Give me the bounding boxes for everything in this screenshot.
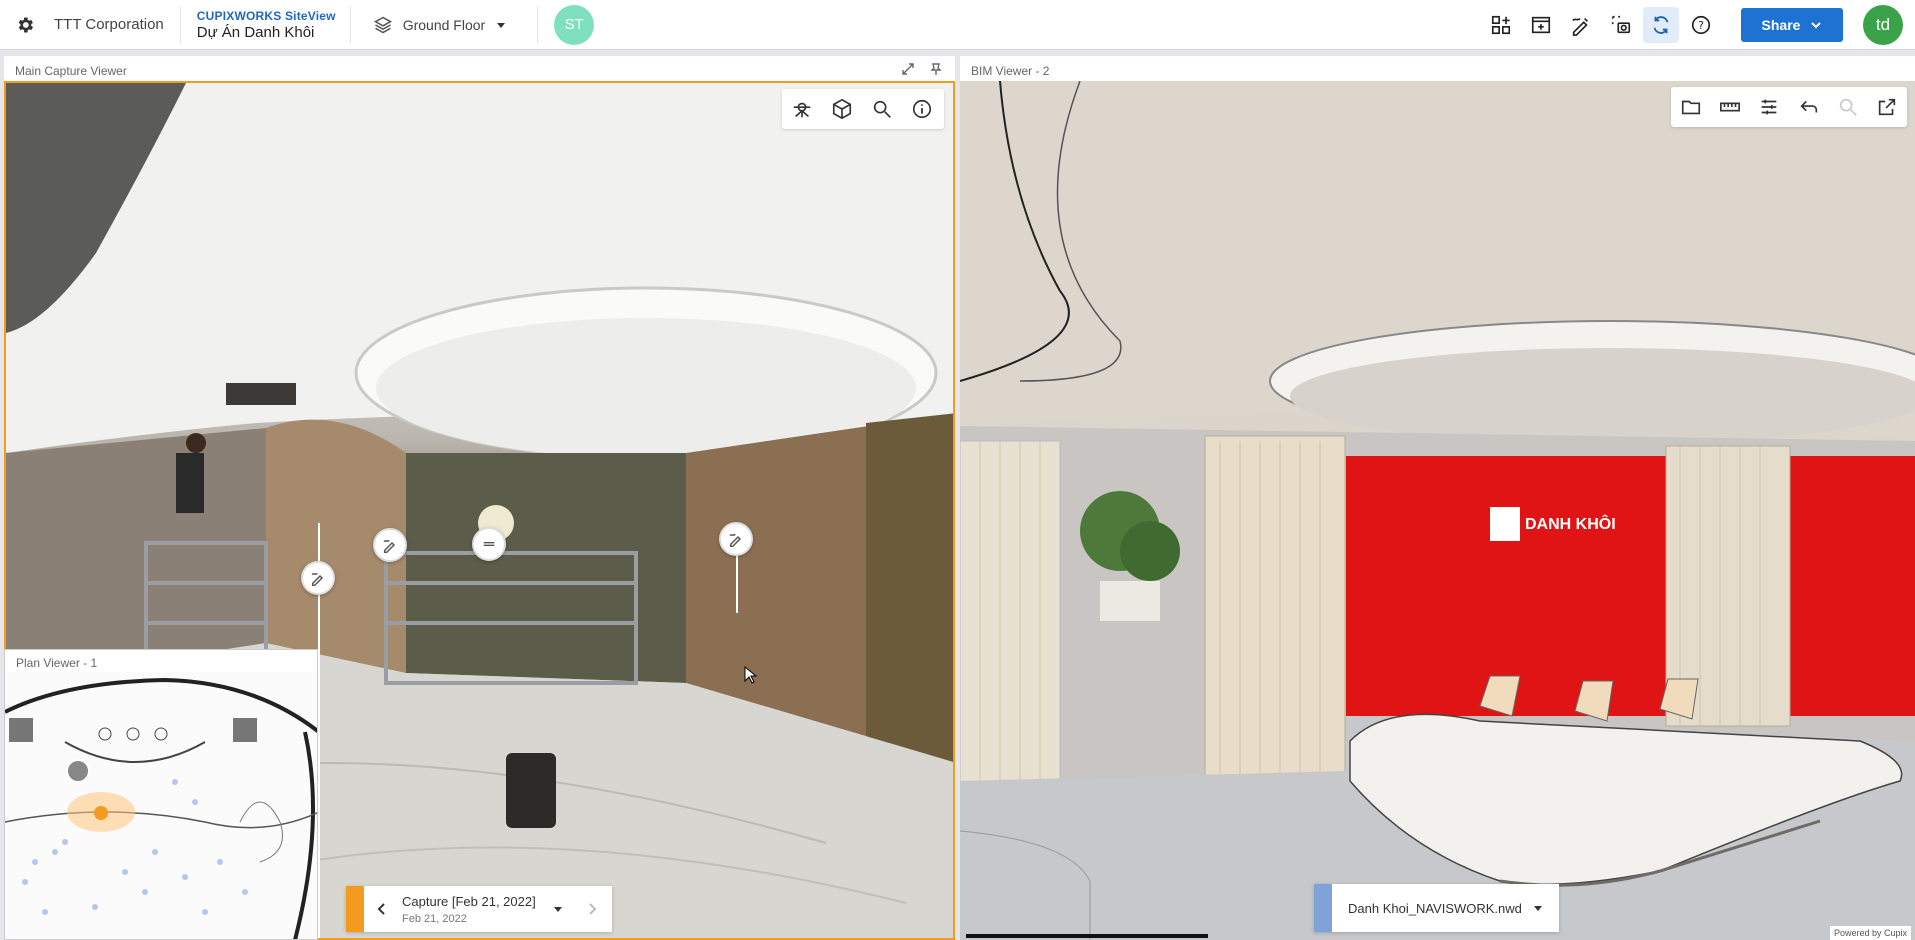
panel-controls [901, 62, 943, 76]
undo-arrow-icon[interactable] [1789, 87, 1828, 127]
capture-viewer-toolbar [782, 89, 944, 129]
markup-pin-icon[interactable] [719, 522, 753, 556]
markup-icon[interactable] [1563, 7, 1599, 43]
share-label: Share [1761, 17, 1801, 33]
caret-down-icon [497, 22, 506, 28]
user-avatar[interactable]: td [1863, 5, 1903, 45]
measure-ruler-icon[interactable] [1710, 87, 1749, 127]
bim-viewer-toolbar [1671, 87, 1907, 127]
add-panel-icon[interactable] [1523, 7, 1559, 43]
panel-title: Plan Viewer - 1 [5, 650, 317, 672]
help-icon[interactable]: ? [1683, 7, 1719, 43]
org-name[interactable]: TTT Corporation [50, 16, 180, 33]
divider [537, 6, 539, 43]
top-bar: TTT Corporation CUPIXWORKS SiteView Dự Á… [0, 0, 1915, 50]
layout-icon[interactable] [1483, 7, 1519, 43]
share-button[interactable]: Share [1741, 8, 1843, 42]
previous-capture-icon[interactable] [376, 902, 388, 916]
model-color-bar [1314, 884, 1332, 932]
floor-selector[interactable]: Ground Floor [351, 15, 537, 35]
mouse-cursor-icon [744, 666, 758, 684]
project-switcher[interactable]: CUPIXWORKS SiteView Dự Án Danh Khôi [181, 9, 350, 41]
capture-selector: Capture [Feb 21, 2022] Feb 21, 2022 [346, 886, 612, 932]
plan-viewer[interactable]: Plan Viewer - 1 [4, 649, 318, 940]
model-name: Danh Khoi_NAVISWORK.nwd [1348, 900, 1522, 916]
powered-by-label: Powered by Cupix [1829, 926, 1911, 940]
header-toolbar: ? Share td [1479, 0, 1915, 50]
caret-down-icon[interactable] [552, 903, 564, 915]
expand-icon[interactable] [901, 62, 915, 76]
open-external-icon[interactable] [1868, 87, 1907, 127]
markup-pin-icon[interactable] [373, 528, 407, 562]
tripod-icon[interactable] [782, 89, 822, 129]
zoom-search-icon[interactable] [862, 89, 902, 129]
folder-icon[interactable] [1671, 87, 1710, 127]
project-name: Dự Án Danh Khôi [196, 23, 315, 41]
panel-title: BIM Viewer - 2 [960, 56, 1915, 80]
zoom-search-icon[interactable] [1828, 87, 1867, 127]
loading-progress-bar [966, 934, 1208, 938]
capture-date: Feb 21, 2022 [402, 912, 467, 925]
floor-plan-map [5, 672, 317, 939]
cupixworks-logo: CUPIXWORKS SiteView [196, 8, 336, 23]
bim-scene: DANH KHÔI [960, 81, 1915, 940]
panel-title: Main Capture Viewer [4, 56, 955, 80]
model-cube-icon[interactable] [822, 89, 862, 129]
next-capture-icon[interactable] [586, 902, 598, 916]
measure-pin-icon[interactable] [472, 527, 506, 561]
bim-viewer: BIM Viewer - 2 DANH KHÔI [960, 56, 1915, 940]
markup-pin-icon[interactable] [301, 561, 335, 595]
capture-snapshot-icon[interactable] [1603, 7, 1639, 43]
caret-down-icon [1533, 906, 1542, 911]
capture-color-bar [346, 886, 364, 932]
svg-text:?: ? [1698, 19, 1704, 32]
capture-info[interactable]: Capture [Feb 21, 2022] Feb 21, 2022 [402, 894, 552, 925]
settings-sliders-icon[interactable] [1750, 87, 1789, 127]
capture-title: Capture [Feb 21, 2022] [402, 893, 536, 909]
sync-icon[interactable] [1643, 7, 1679, 43]
model-selector[interactable]: Danh Khoi_NAVISWORK.nwd [1314, 884, 1559, 932]
info-icon[interactable] [902, 89, 942, 129]
layers-icon [373, 16, 392, 33]
collaborator-avatar[interactable]: ST [554, 4, 595, 45]
pin-icon[interactable] [929, 62, 943, 76]
floor-label: Ground Floor [402, 16, 486, 33]
bim-model-view[interactable]: DANH KHÔI [960, 81, 1915, 940]
settings-gear-icon[interactable] [0, 0, 50, 50]
sign-text: DANH KHÔI [1525, 514, 1616, 533]
chevron-down-icon [1811, 22, 1822, 29]
